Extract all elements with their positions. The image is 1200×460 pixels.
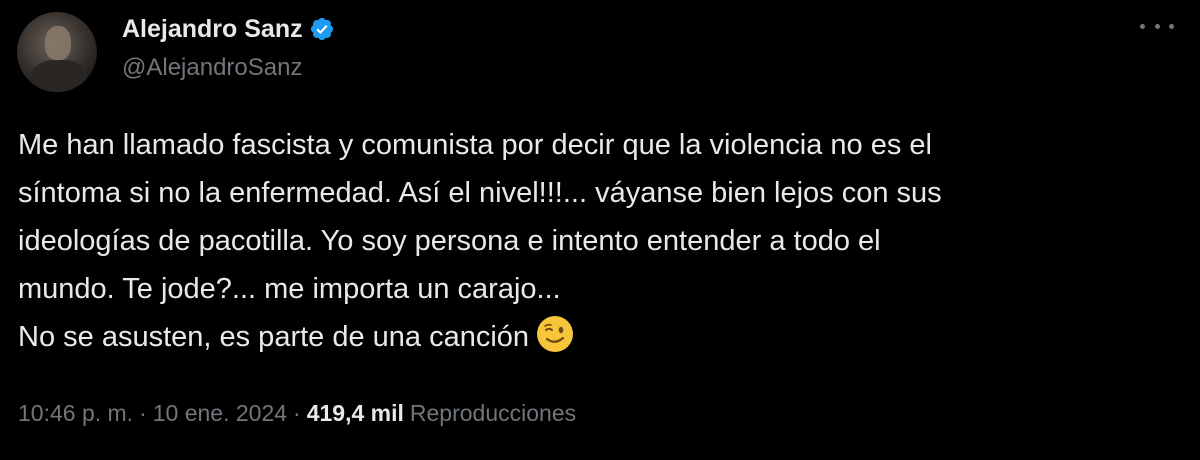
views-count: 419,4 mil [306, 400, 404, 426]
tweet-date[interactable]: 10 ene. 2024 [153, 400, 287, 427]
meta-separator: · [139, 400, 147, 426]
views-label: Reproducciones [409, 400, 577, 426]
author-handle[interactable]: @AlejandroSanz [122, 54, 302, 82]
winking-face-icon [535, 314, 575, 354]
tweet-text-line: No se asusten, es parte de una canción [18, 321, 530, 353]
more-horizontal-icon[interactable] [1140, 16, 1174, 36]
more-dot [1154, 23, 1160, 29]
verified-badge-icon [309, 16, 335, 42]
tweet-text-line: ideologías de pacotilla. Yo soy persona … [18, 225, 881, 257]
tweet-meta: 10:46 p. m. · 10 ene. 2024 · 419,4 mil R… [18, 400, 576, 427]
author-name-row: Alejandro Sanz [122, 12, 335, 46]
avatar[interactable] [17, 12, 97, 92]
tweet-text-line: síntoma si no la enfermedad. Así el nive… [18, 177, 942, 209]
meta-separator: · [293, 400, 301, 426]
more-dot [1140, 23, 1145, 29]
avatar-face-shape [45, 26, 71, 60]
avatar-body-shape [31, 60, 87, 92]
author-display-name[interactable]: Alejandro Sanz [122, 15, 303, 44]
tweet-text: Me han llamado fascista y comunista por … [18, 121, 1168, 361]
tweet-text-line: Me han llamado fascista y comunista por … [18, 129, 932, 161]
tweet-text-last-line: No se asusten, es parte de una canción [18, 313, 1168, 361]
tweet-time[interactable]: 10:46 p. m. [18, 400, 133, 427]
tweet-card: Alejandro Sanz @AlejandroSanz Me han lla… [0, 0, 1200, 460]
more-dot [1169, 23, 1174, 29]
tweet-text-line: mundo. Te jode?... me importa un carajo.… [18, 273, 561, 305]
